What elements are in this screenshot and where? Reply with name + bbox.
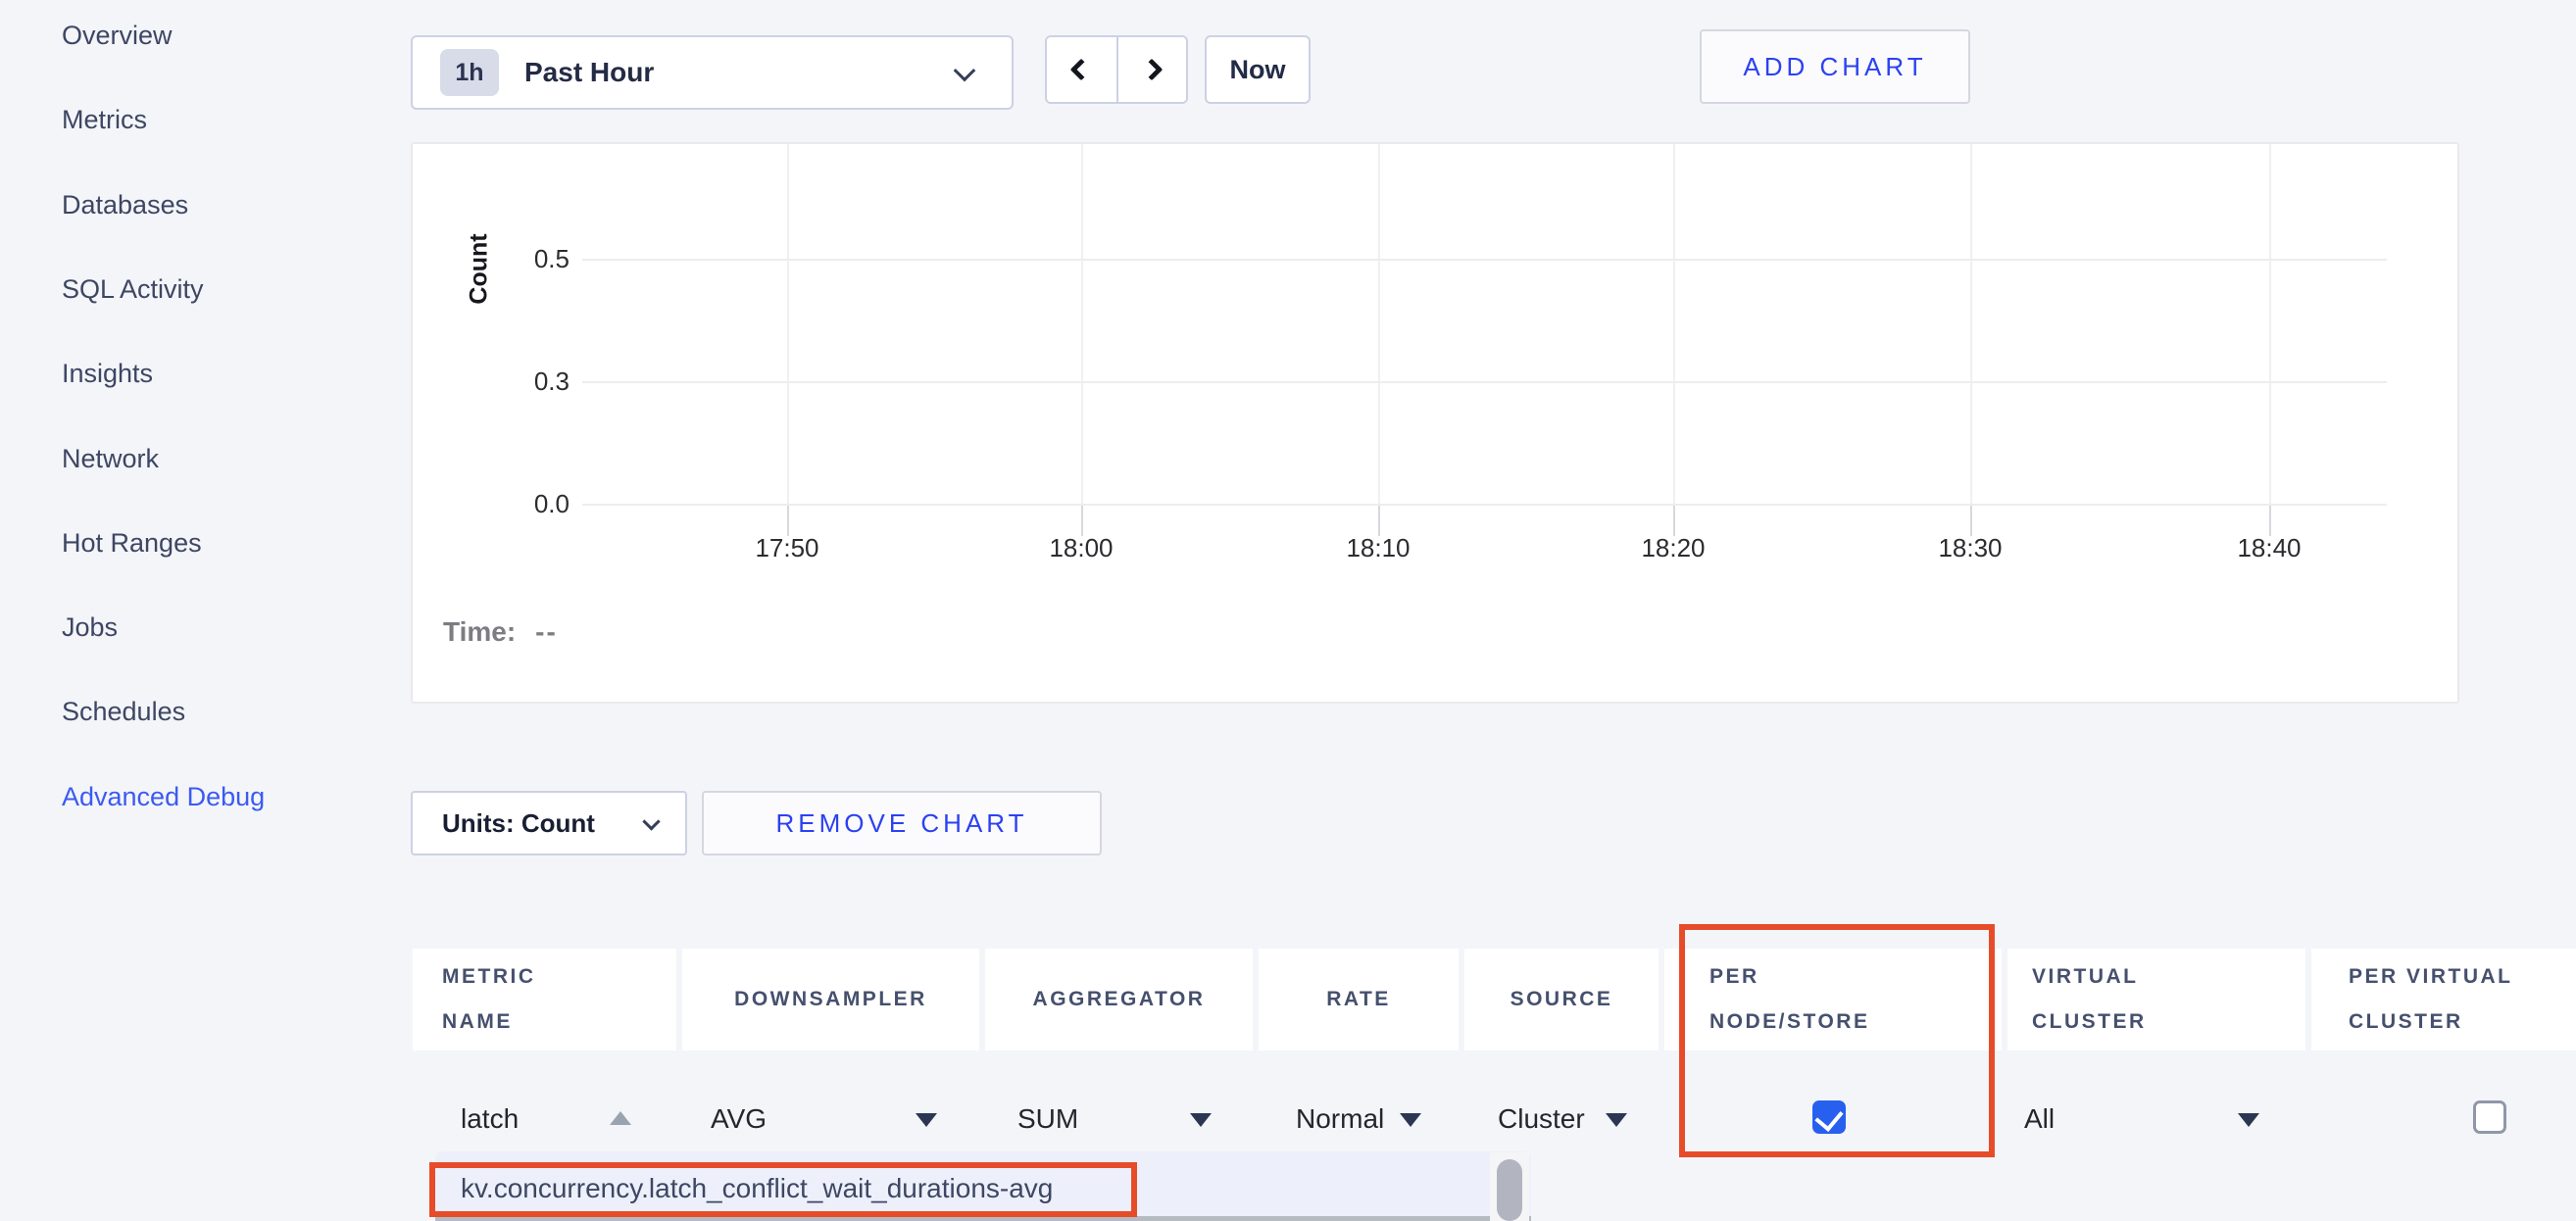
- sidebar-item-databases[interactable]: Databases: [62, 187, 188, 222]
- triangle-down-icon[interactable]: [1400, 1113, 1421, 1127]
- header-line: VIRTUAL: [2032, 954, 2305, 1000]
- source-select[interactable]: Cluster: [1498, 1103, 1585, 1135]
- gridline: [582, 381, 2387, 383]
- column-header-aggregator: AGGREGATOR: [985, 949, 1253, 1050]
- header-line: PER: [1709, 954, 2002, 1000]
- triangle-up-icon[interactable]: [610, 1111, 631, 1125]
- column-header-per-node-store: PER NODE/STORE: [1664, 949, 2002, 1050]
- chevron-down-icon: [954, 60, 976, 82]
- y-tick-label: 0.5: [452, 243, 570, 274]
- chevron-left-icon: [1070, 59, 1093, 81]
- x-tick-label: 17:50: [728, 533, 846, 563]
- header-line: NODE/STORE: [1709, 1000, 2002, 1045]
- metric-name-input[interactable]: latch: [461, 1103, 519, 1135]
- sidebar-item-network[interactable]: Network: [62, 441, 159, 476]
- custom-chart-page: Overview Metrics Databases SQL Activity …: [0, 0, 2576, 1221]
- gridline: [582, 504, 2387, 506]
- time-value: --: [535, 616, 558, 648]
- aggregator-select[interactable]: SUM: [1017, 1103, 1078, 1135]
- x-tick-label: 18:40: [2210, 533, 2328, 563]
- units-label: Units: Count: [442, 808, 595, 839]
- time-step-buttons: [1045, 35, 1188, 104]
- rate-select[interactable]: Normal: [1296, 1103, 1384, 1135]
- chevron-down-icon: [642, 812, 660, 830]
- sidebar-item-metrics[interactable]: Metrics: [62, 102, 147, 137]
- x-tick-label: 18:00: [1022, 533, 1140, 563]
- sidebar-item-jobs[interactable]: Jobs: [62, 610, 118, 645]
- header-line: NAME: [442, 1000, 676, 1045]
- triangle-down-icon[interactable]: [916, 1113, 937, 1127]
- per-node-store-checkbox[interactable]: [1812, 1100, 1846, 1134]
- triangle-down-icon[interactable]: [1606, 1113, 1627, 1127]
- gridline: [787, 144, 789, 504]
- gridline: [1378, 144, 1380, 504]
- axis-tick: [2269, 504, 2271, 536]
- header-line: PER VIRTUAL: [2349, 954, 2576, 1000]
- gridline: [1970, 144, 1972, 504]
- suggestion-divider: [435, 1216, 1531, 1221]
- gridline: [1673, 144, 1675, 504]
- column-header-downsampler: DOWNSAMPLER: [682, 949, 979, 1050]
- prev-time-button[interactable]: [1047, 37, 1116, 102]
- sidebar-item-insights[interactable]: Insights: [62, 356, 153, 391]
- next-time-button[interactable]: [1116, 37, 1186, 102]
- suggestion-item[interactable]: kv.concurrency.latch_conflict_wait_durat…: [461, 1173, 1053, 1204]
- downsampler-select[interactable]: AVG: [711, 1103, 767, 1135]
- now-button[interactable]: Now: [1205, 35, 1311, 104]
- chevron-right-icon: [1141, 59, 1164, 81]
- sidebar-item-schedules[interactable]: Schedules: [62, 694, 185, 729]
- sidebar-item-advanced-debug[interactable]: Advanced Debug: [62, 779, 265, 814]
- header-line: RATE: [1326, 977, 1391, 1022]
- triangle-down-icon[interactable]: [1190, 1113, 1212, 1127]
- time-label: Time:: [443, 616, 516, 648]
- column-header-virtual-cluster: VIRTUAL CLUSTER: [2007, 949, 2305, 1050]
- time-window-badge: 1h: [440, 49, 499, 96]
- hover-time-readout: Time: --: [443, 616, 558, 648]
- header-line: CLUSTER: [2349, 1000, 2576, 1045]
- column-header-rate: RATE: [1259, 949, 1459, 1050]
- virtual-cluster-select[interactable]: All: [2024, 1103, 2055, 1135]
- axis-tick: [1081, 504, 1083, 536]
- axis-tick: [787, 504, 789, 536]
- column-header-per-virtual-cluster: PER VIRTUAL CLUSTER: [2311, 949, 2576, 1050]
- suggestions-scrollbar[interactable]: [1497, 1159, 1522, 1221]
- per-virtual-cluster-checkbox[interactable]: [2473, 1100, 2506, 1134]
- gridline: [2269, 144, 2271, 504]
- x-tick-label: 18:20: [1614, 533, 1732, 563]
- axis-tick: [1378, 504, 1380, 536]
- add-chart-button[interactable]: ADD CHART: [1700, 29, 1970, 104]
- sidebar-item-overview[interactable]: Overview: [62, 18, 173, 53]
- time-range-selector[interactable]: 1h Past Hour: [411, 35, 1014, 110]
- header-line: DOWNSAMPLER: [734, 977, 927, 1022]
- header-line: AGGREGATOR: [1033, 977, 1206, 1022]
- axis-tick: [1970, 504, 1972, 536]
- gridline: [1081, 144, 1083, 504]
- y-tick-label: 0.0: [452, 488, 570, 519]
- units-selector[interactable]: Units: Count: [411, 791, 687, 855]
- sidebar-item-sql-activity[interactable]: SQL Activity: [62, 271, 204, 307]
- chart-panel: Count 0.5 0.3 0.0 17:50 18:00 18:10 18:2…: [411, 142, 2459, 704]
- y-tick-label: 0.3: [452, 366, 570, 397]
- gridline: [582, 259, 2387, 261]
- column-header-metric-name: METRIC NAME: [413, 949, 676, 1050]
- header-line: CLUSTER: [2032, 1000, 2305, 1045]
- sidebar-item-hot-ranges[interactable]: Hot Ranges: [62, 525, 202, 561]
- triangle-down-icon[interactable]: [2238, 1113, 2259, 1127]
- header-line: METRIC: [442, 954, 676, 1000]
- remove-chart-button[interactable]: REMOVE CHART: [702, 791, 1102, 855]
- axis-tick: [1673, 504, 1675, 536]
- column-header-source: SOURCE: [1464, 949, 1659, 1050]
- header-line: SOURCE: [1511, 977, 1613, 1022]
- time-window-label: Past Hour: [524, 57, 654, 88]
- x-tick-label: 18:30: [1911, 533, 2029, 563]
- x-tick-label: 18:10: [1319, 533, 1437, 563]
